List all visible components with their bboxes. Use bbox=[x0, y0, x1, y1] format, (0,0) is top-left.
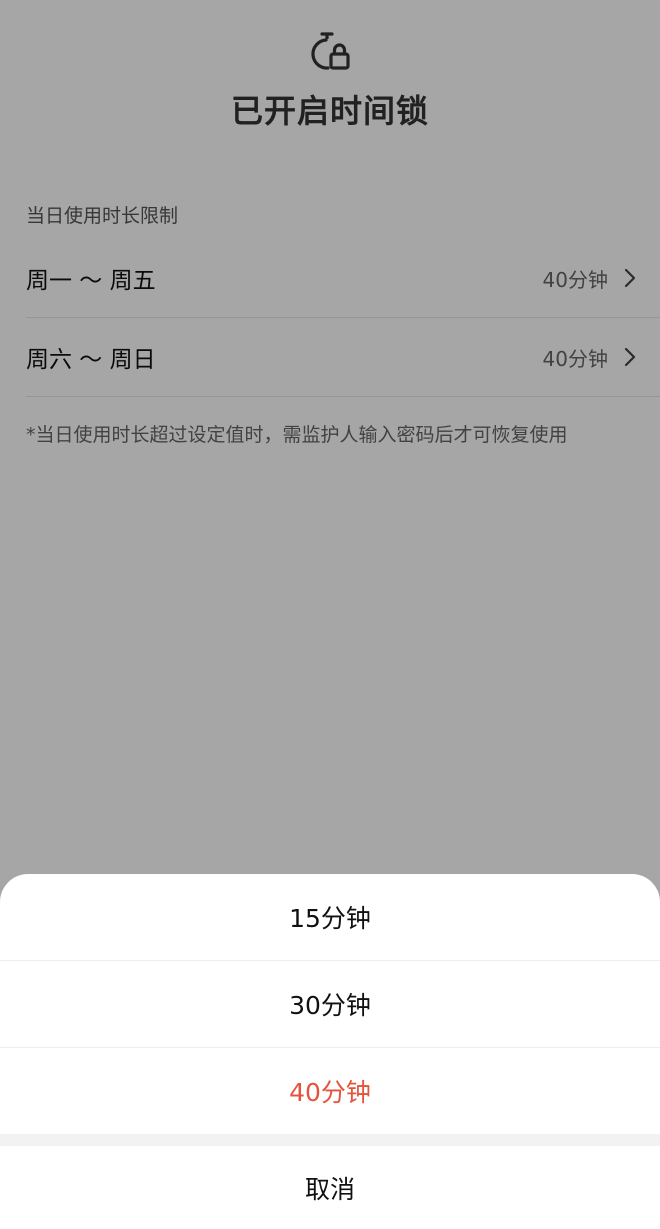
option-40-minutes-selected[interactable]: 40分钟 bbox=[0, 1048, 660, 1134]
option-15-minutes[interactable]: 15分钟 bbox=[0, 874, 660, 961]
sheet-separator bbox=[0, 1134, 660, 1146]
duration-action-sheet: 15分钟 30分钟 40分钟 取消 bbox=[0, 874, 660, 1229]
option-30-minutes[interactable]: 30分钟 bbox=[0, 961, 660, 1048]
cancel-button[interactable]: 取消 bbox=[0, 1146, 660, 1229]
